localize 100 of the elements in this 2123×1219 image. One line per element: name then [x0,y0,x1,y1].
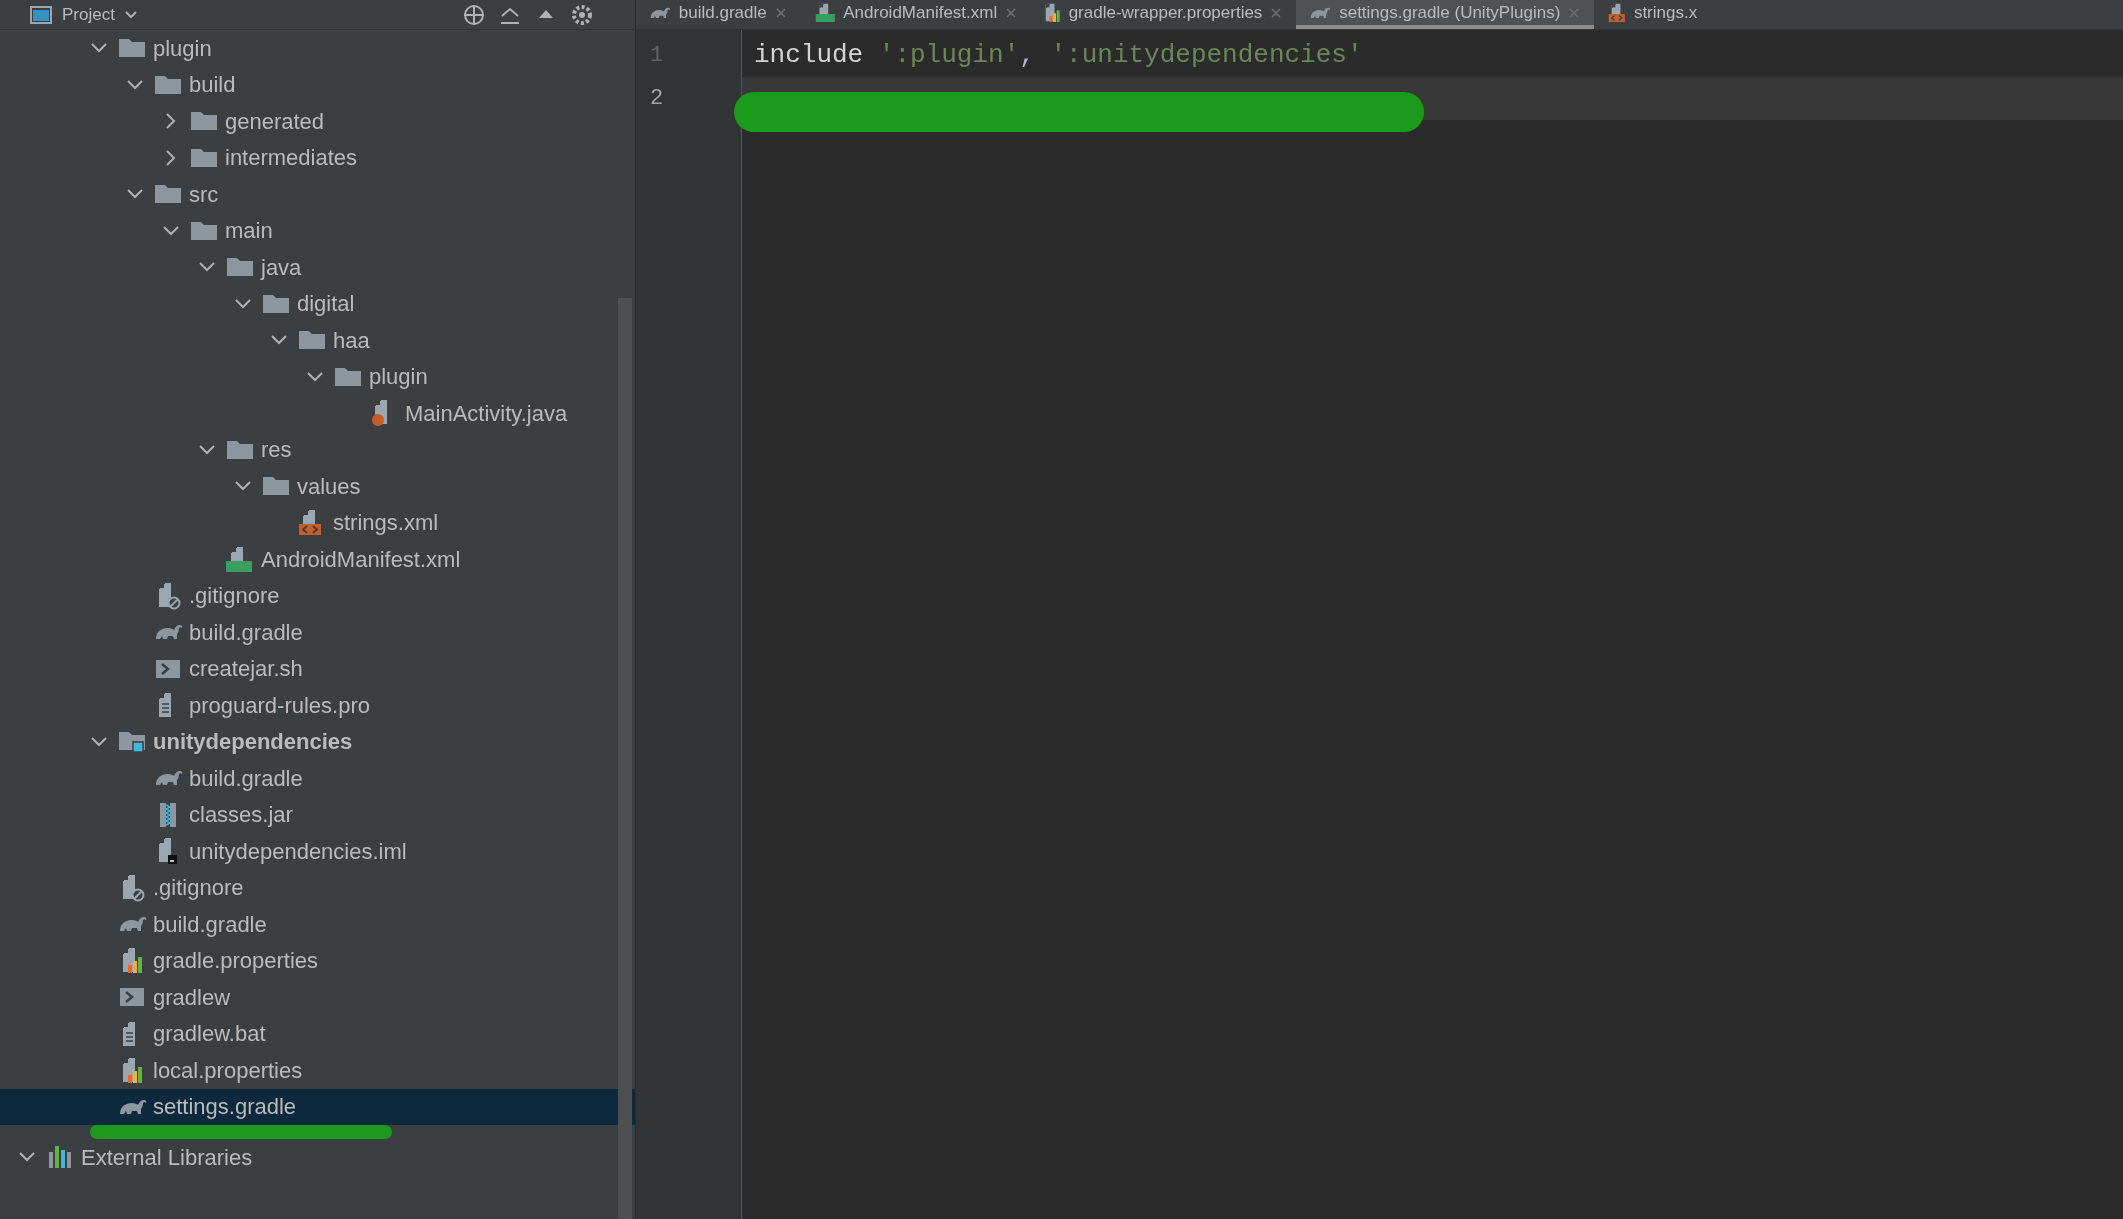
window-icon [30,5,52,24]
tree-row[interactable]: local.properties [0,1052,635,1089]
item-label: build [189,71,236,100]
xml-file-icon [298,509,322,537]
archive-file-icon [159,801,177,828]
tree-row[interactable]: plugin [0,30,635,67]
tree-row[interactable]: settings.gradle [0,1088,635,1125]
tree-row[interactable]: createjar.sh [0,650,635,687]
folder-icon [334,366,362,387]
tree-row[interactable]: digital [0,285,635,322]
caret-icon[interactable] [124,10,137,19]
item-label: .gitignore [189,582,280,611]
file-tab[interactable]: gradle-wrapper.properties [1031,0,1297,29]
folder-icon [226,439,254,460]
item-label: strings.xml [333,509,439,538]
item-label: createjar.sh [189,655,303,684]
tree-row[interactable]: gradlew.bat [0,1015,635,1052]
terminal-file-icon [119,987,145,1008]
folder-icon [154,74,182,95]
properties-file-icon [122,1056,143,1084]
module-folder-icon [118,730,146,753]
item-label: unitydependencies.iml [189,837,407,866]
item-label: src [189,180,219,209]
properties-file-icon [122,947,143,975]
file-tab[interactable]: settings.gradle (UnityPlugins) [1296,0,1595,29]
text-file-icon [158,692,172,719]
elephant-icon [119,1098,148,1115]
item-label: proguard-rules.pro [189,691,370,720]
tree-row[interactable]: gradle.properties [0,942,635,979]
tree-row[interactable]: build.gradle [0,760,635,797]
tree-row[interactable]: proguard-rules.pro [0,687,635,724]
item-label: unitydependencies [153,728,353,757]
item-label: MainActivity.java [405,399,568,428]
tree-row[interactable]: src [0,176,635,213]
item-label: main [225,217,273,246]
tree-row[interactable]: res [0,431,635,468]
ignore-file-icon [122,874,145,902]
elephant-icon [155,770,184,787]
elephant-icon [155,624,184,641]
manifest-file-icon [225,545,253,573]
tree-row[interactable]: strings.xml [0,504,635,541]
item-label: gradle.properties [153,947,319,976]
item-label: intermediates [225,144,358,173]
code-line: include ':plugin', ':unitydependencies' [753,39,1364,72]
library-icon [48,1145,72,1170]
item-label: plugin [369,363,428,392]
scrollbar-thumb[interactable] [618,298,632,1219]
terminal-file-icon [155,658,181,679]
item-label: java [261,253,302,282]
tree-row[interactable]: unitydependencies.iml [0,833,635,870]
file-tab[interactable]: strings.x [1594,0,1712,29]
tree-row[interactable]: classes.jar [0,796,635,833]
tree-row[interactable]: generated [0,103,635,140]
text-file-icon [122,1020,136,1047]
item-label: local.properties [153,1056,303,1085]
tree-row[interactable]: values [0,468,635,505]
item-label: .gitignore [153,874,244,903]
item-label: gradlew.bat [153,1020,266,1049]
tree-row[interactable]: plugin [0,358,635,395]
item-label: plugin [153,34,212,63]
file-tab[interactable]: build.gradle [636,0,801,29]
panel-title[interactable]: Project [62,1,115,28]
tree-row[interactable]: main [0,212,635,249]
tree-row[interactable]: build.gradle [0,614,635,651]
tree-row[interactable]: AndroidManifest.xml [0,541,635,578]
folder-icon [226,257,254,278]
item-label: classes.jar [189,801,293,830]
item-label: build.gradle [153,910,267,939]
module-file-icon [158,837,178,866]
folder-icon [190,220,218,241]
tree-row[interactable]: build.gradle [0,906,635,943]
tree-row[interactable]: haa [0,322,635,359]
tree-row[interactable]: intermediates [0,139,635,176]
item-label: values [297,472,361,501]
item-label: build.gradle [189,618,303,647]
item-label: External Libraries [81,1143,253,1172]
tree-row[interactable]: unitydependencies [0,723,635,760]
file-tab[interactable]: AndroidManifest.xml [800,0,1032,29]
tree-row[interactable]: java [0,249,635,286]
folder-icon [262,476,290,497]
item-label: settings.gradle [153,1093,297,1122]
tree-row[interactable]: gradlew [0,979,635,1016]
tree-row[interactable]: MainActivity.java [0,395,635,432]
elephant-icon [119,916,148,933]
item-label: AndroidManifest.xml [261,545,461,574]
folder-icon [190,147,218,168]
item-label: generated [225,107,325,136]
tree-row[interactable]: .gitignore [0,577,635,614]
folder-icon [154,184,182,205]
item-label: gradlew [153,983,231,1012]
folder-icon [190,111,218,132]
tree-row[interactable]: .gitignore [0,869,635,906]
line-number: 2 [650,85,664,113]
folder-icon [118,38,146,59]
folder-icon [262,293,290,314]
java-file-icon [371,399,388,428]
item-label: digital [297,290,355,319]
folder-icon [298,330,326,351]
tree-row[interactable]: build [0,66,635,103]
tree-row[interactable]: External Libraries [0,1139,635,1176]
